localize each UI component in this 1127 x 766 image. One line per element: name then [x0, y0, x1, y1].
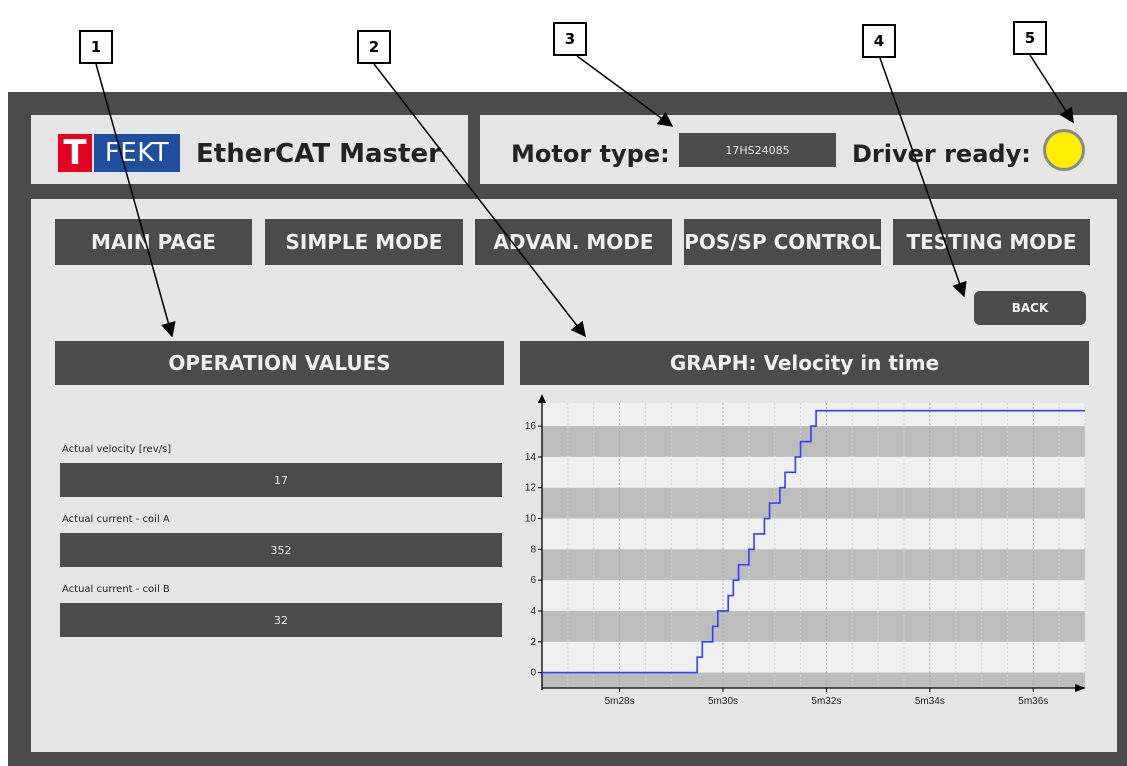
x-tick-label-4: 5m36s [1018, 696, 1048, 707]
x-tick-label-0: 5m28s [605, 696, 635, 707]
y-tick-label-8: 16 [525, 421, 537, 432]
y-tick-label-6: 12 [525, 483, 537, 494]
x-tick-label-3: 5m34s [915, 696, 945, 707]
velocity-chart: 0 2 4 6 8 10 12 14 16 5m28s 5m30s 5m32s 5m34s 5m36s [525, 394, 1086, 707]
callout-5: 5 [1013, 21, 1047, 55]
motor-type-label: Motor type: [511, 140, 670, 168]
app-title: EtherCAT Master [196, 139, 441, 169]
callout-2: 2 [357, 30, 391, 64]
band-2 [542, 549, 1085, 581]
nav-advanced-mode-button[interactable]: ADVAN. MODE [475, 219, 672, 265]
callout-1: 1 [79, 30, 113, 64]
velocity-value: 17 [60, 463, 502, 497]
band-4 [542, 426, 1085, 457]
y-tick-label-2: 4 [530, 606, 536, 617]
y-tick-label-0: 0 [530, 668, 536, 679]
graph-header: GRAPH: Velocity in time [520, 341, 1089, 385]
current-coil-a-value: 352 [60, 533, 502, 567]
current-coil-a-label: Actual current - coil A [62, 514, 170, 525]
x-tick-label-2: 5m32s [811, 696, 841, 707]
y-tick-label-3: 6 [530, 575, 536, 586]
nav-testing-mode-button[interactable]: TESTING MODE [893, 219, 1090, 265]
y-tick-label-7: 14 [525, 452, 537, 463]
y-tick-label-5: 10 [525, 514, 537, 525]
operation-values-header: OPERATION VALUES [55, 341, 504, 385]
nav-main-page-button[interactable]: MAIN PAGE [55, 219, 252, 265]
y-axis-arrow-icon [538, 394, 546, 403]
nav-simple-mode-button[interactable]: SIMPLE MODE [265, 219, 463, 265]
callout-4: 4 [862, 24, 896, 58]
current-coil-b-label: Actual current - coil B [62, 584, 170, 595]
callout-3: 3 [553, 22, 587, 56]
current-coil-b-value: 32 [60, 603, 502, 637]
band-3 [542, 487, 1085, 519]
back-button[interactable]: BACK [974, 291, 1086, 325]
motor-type-field: 17HS24085 [679, 133, 836, 167]
y-tick-label-1: 2 [530, 637, 536, 648]
x-tick-label-1: 5m30s [708, 696, 738, 707]
logo-fekt: FEKT [94, 134, 180, 172]
driver-ready-indicator-icon [1043, 129, 1085, 171]
y-tick-label-4: 8 [530, 544, 536, 555]
nav-pos-sp-control-button[interactable]: POS/SP CONTROL [684, 219, 881, 265]
velocity-label: Actual velocity [rev/s] [62, 444, 172, 455]
band-0 [542, 672, 1085, 688]
band-1 [542, 610, 1085, 642]
logo-t: T [58, 133, 92, 173]
driver-ready-label: Driver ready: [852, 140, 1031, 168]
